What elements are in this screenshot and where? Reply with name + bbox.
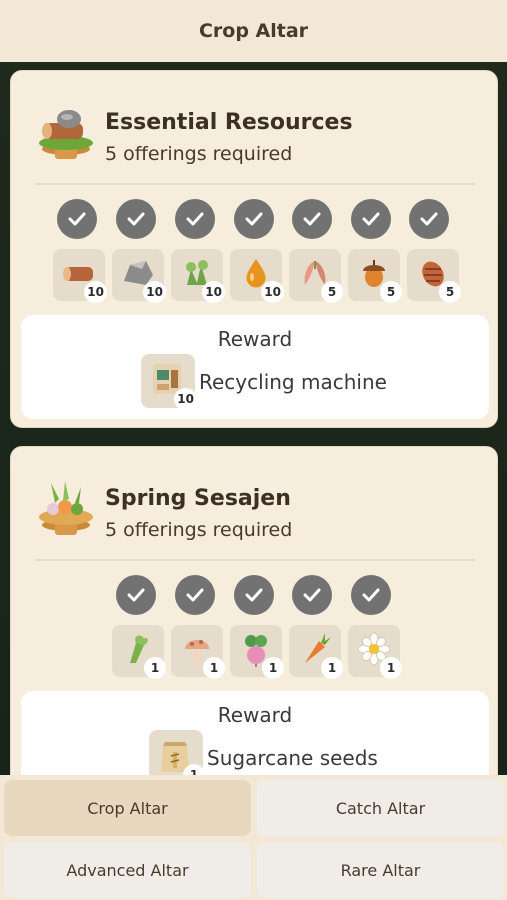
reward-label: Recycling machine [199,370,387,394]
check-icon [175,575,215,615]
card-header: Spring Sesajen 5 offerings required [35,477,475,547]
tab-crop-altar[interactable]: Crop Altar [4,780,251,836]
page-title: Crop Altar [198,20,309,42]
card-subtitle: 5 offerings required [105,519,293,541]
offering-pinecone[interactable]: 5 [407,249,461,303]
reward-title: Reward [217,703,293,727]
offering-count: 1 [321,657,343,679]
tab-advanced-altar[interactable]: Advanced Altar [4,842,251,898]
offering-stone[interactable]: 10 [112,249,166,303]
check-icon [234,575,274,615]
offering-count: 10 [261,281,284,303]
reward-count: 1 [183,764,205,775]
offering-count: 1 [262,657,284,679]
altar-card-spring-sesajen: Spring Sesajen 5 offerings required 1 1 … [10,446,498,775]
divider [35,183,475,185]
offering-log[interactable]: 10 [53,249,107,303]
offering-count: 5 [321,281,343,303]
offering-sap-drop[interactable]: 10 [230,249,284,303]
offering-daisy[interactable]: 1 [348,625,402,679]
tab-catch-altar[interactable]: Catch Altar [257,780,504,836]
offering-count: 10 [202,281,225,303]
offering-count: 1 [144,657,166,679]
offering-count: 10 [143,281,166,303]
check-icon [351,575,391,615]
altar-list[interactable]: Essential Resources 5 offerings required… [0,62,507,775]
offering-count: 10 [84,281,107,303]
check-icon [57,199,97,239]
tab-rare-altar[interactable]: Rare Altar [257,842,504,898]
page-title-bar: Crop Altar [0,0,507,62]
offering-count: 5 [439,281,461,303]
card-title: Spring Sesajen [105,486,291,511]
card-subtitle: 5 offerings required [105,143,293,165]
offering-count: 1 [203,657,225,679]
offering-seed-pod[interactable]: 5 [289,249,343,303]
card-header: Essential Resources 5 offerings required [35,101,475,171]
completion-checks [11,199,499,243]
offering-plant-fiber[interactable]: 10 [171,249,225,303]
offering-carrot[interactable]: 1 [289,625,343,679]
reward-title: Reward [217,327,293,351]
check-icon [175,199,215,239]
reward-label: Sugarcane seeds [207,746,378,770]
harvest-altar-icon [39,481,93,535]
offering-mushroom[interactable]: 1 [171,625,225,679]
reward-item[interactable]: 1 [149,730,205,775]
reward-panel: Reward 1 Sugarcane seeds [21,691,489,775]
altar-card-essential-resources: Essential Resources 5 offerings required… [10,70,498,428]
offering-count: 1 [380,657,402,679]
card-title: Essential Resources [105,110,353,135]
altar-tab-bar: Crop Altar Catch Altar Advanced Altar Ra… [0,775,507,900]
reward-panel: Reward 10 Recycling machine [21,315,489,419]
completion-checks [11,575,499,619]
resource-altar-icon [39,110,93,159]
offering-radish[interactable]: 1 [230,625,284,679]
offering-count: 5 [380,281,402,303]
check-icon [292,199,332,239]
check-icon [116,199,156,239]
check-icon [234,199,274,239]
check-icon [116,575,156,615]
check-icon [351,199,391,239]
check-icon [409,199,449,239]
divider [35,559,475,561]
offering-acorn[interactable]: 5 [348,249,402,303]
reward-item[interactable]: 10 [141,354,197,410]
reward-count: 10 [174,388,197,410]
offering-items: 1 1 1 1 1 [11,625,499,681]
check-icon [292,575,332,615]
offering-items: 10 10 10 10 5 5 5 [11,249,499,305]
offering-green-vegetable[interactable]: 1 [112,625,166,679]
